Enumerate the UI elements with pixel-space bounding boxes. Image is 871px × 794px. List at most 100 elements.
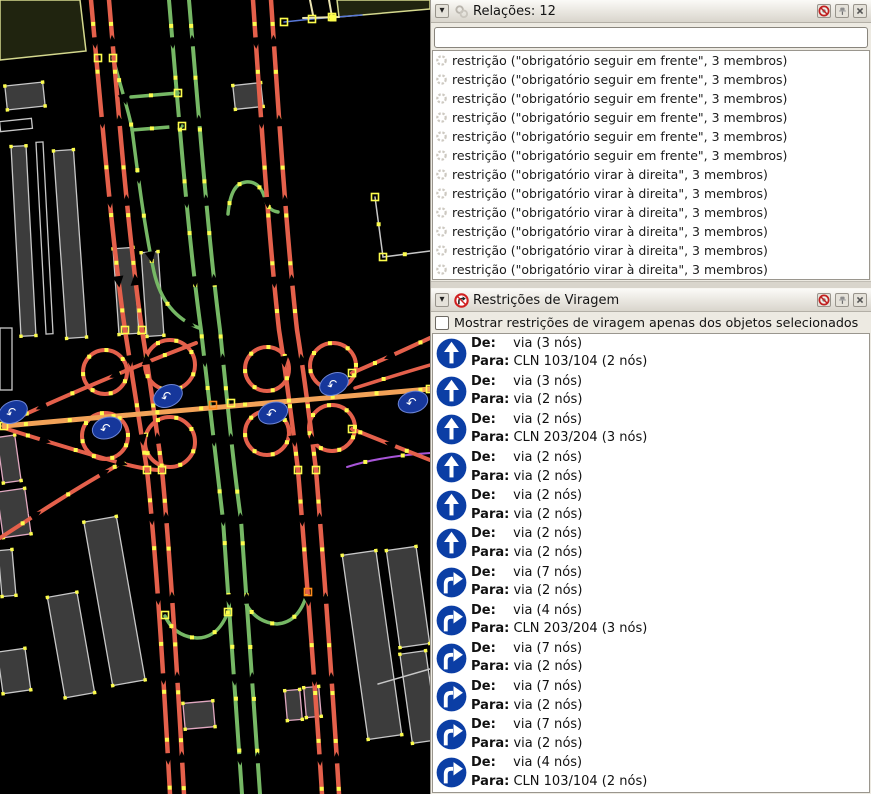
turn-restriction-text: De: via (7 nós)Para: via (2 nós) [471, 716, 582, 753]
show-selected-only-row: Mostrar restrições de viragem apenas dos… [431, 312, 871, 333]
buildings-layer [0, 80, 430, 745]
right-turn-icon [436, 681, 467, 712]
turn-restriction-item[interactable]: De: via (7 nós)Para: via (2 nós) [433, 563, 869, 601]
turn-restriction-item[interactable]: De: via (7 nós)Para: via (2 nós) [433, 716, 869, 754]
relation-item-label: restrição ("obrigatório virar à direita"… [452, 224, 768, 239]
turn-restriction-item[interactable]: De: via (2 nós)Para: via (2 nós) [433, 449, 869, 487]
turn-restriction-text: De: via (7 nós)Para: via (2 nós) [471, 640, 582, 677]
straight-ahead-icon [436, 414, 467, 445]
relation-list-item[interactable]: restrição ("obrigatório virar à direita"… [433, 203, 869, 222]
relation-list-item[interactable]: restrição ("obrigatório virar à direita"… [433, 260, 869, 279]
relation-list-item[interactable]: restrição ("obrigatório seguir em frente… [433, 89, 869, 108]
way-blue-way [284, 15, 362, 22]
turn-restriction-item[interactable]: De: via (3 nós)Para: CLN 103/104 (2 nós) [433, 334, 869, 372]
turn-restriction-text: De: via (3 nós)Para: CLN 103/104 (2 nós) [471, 335, 647, 372]
right-turn-icon [436, 605, 467, 636]
straight-ahead-icon [436, 338, 467, 369]
dock-panels: ▾ Relações: 12 [430, 0, 871, 794]
turn-restriction-text: De: via (2 nós)Para: CLN 203/204 (3 nós) [471, 411, 647, 448]
relation-item-label: restrição ("obrigatório seguir em frente… [452, 148, 787, 163]
straight-ahead-icon [436, 528, 467, 559]
straight-ahead-icon [436, 490, 467, 521]
relation-icon [435, 263, 448, 276]
relation-filter-input[interactable] [434, 27, 868, 48]
turn-panel-header: ▾ Restrições de Viragem [431, 289, 871, 312]
turn-restrictions-panel: ▾ Restrições de Viragem [431, 289, 871, 794]
relation-icon [435, 225, 448, 238]
turn-restriction-item[interactable]: De: via (2 nós)Para: CLN 203/204 (3 nós) [433, 410, 869, 448]
relation-list-icon [453, 3, 469, 19]
relations-panel-header: ▾ Relações: 12 [431, 0, 871, 23]
turn-restriction-item[interactable]: De: via (7 nós)Para: via (2 nós) [433, 639, 869, 677]
relation-list-item[interactable]: restrição ("obrigatório virar à direita"… [433, 165, 869, 184]
close-icon[interactable] [853, 293, 867, 307]
turn-restriction-text: De: via (7 nós)Para: via (2 nós) [471, 678, 582, 715]
turn-restriction-text: De: via (2 nós)Para: via (2 nós) [471, 449, 582, 486]
relation-icon [435, 111, 448, 124]
way-white-L-fence [375, 197, 430, 257]
turn-restriction-item[interactable]: De: via (2 nós)Para: via (2 nós) [433, 525, 869, 563]
hide-dialog-icon[interactable] [817, 4, 831, 18]
way-green-u-east [245, 594, 307, 624]
turn-restriction-sign-icon [453, 292, 469, 308]
relation-item-label: restrição ("obrigatório virar à direita"… [452, 262, 768, 277]
relation-list-item[interactable]: restrição ("obrigatório virar à direita"… [433, 222, 869, 241]
relation-item-label: restrição ("obrigatório seguir em frente… [452, 91, 787, 106]
turn-panel-title: Restrições de Viragem [473, 293, 619, 308]
map-view[interactable]: ↶↶↶↶↶↶ [0, 0, 430, 794]
right-turn-icon [436, 757, 467, 788]
relation-list-item[interactable]: restrição ("obrigatório virar à direita"… [433, 184, 869, 203]
turn-restriction-text: De: via (3 nós)Para: via (2 nós) [471, 373, 582, 410]
map-canvas[interactable]: ↶↶↶↶↶↶ [0, 0, 430, 794]
right-turn-icon [436, 567, 467, 598]
way-cream-stub-1 [310, 0, 313, 15]
relation-icon [435, 206, 448, 219]
relation-icon [435, 149, 448, 162]
turn-restriction-item[interactable]: De: via (2 nós)Para: via (2 nós) [433, 487, 869, 525]
relation-list-item[interactable]: restrição ("obrigatório seguir em frente… [433, 108, 869, 127]
relation-item-label: restrição ("obrigatório seguir em frente… [452, 72, 787, 87]
straight-ahead-icon [436, 376, 467, 407]
relation-item-label: restrição ("obrigatório seguir em frente… [452, 129, 787, 144]
pin-icon[interactable] [835, 293, 849, 307]
relation-icon [435, 130, 448, 143]
relation-list-item[interactable]: restrição ("obrigatório seguir em frente… [433, 127, 869, 146]
relation-filter-row [431, 23, 871, 50]
turn-restriction-item[interactable]: De: via (4 nós)Para: CLN 203/204 (3 nós) [433, 601, 869, 639]
relation-icon [435, 168, 448, 181]
collapse-icon[interactable]: ▾ [435, 293, 449, 307]
relations-list[interactable]: restrição ("obrigatório seguir em frente… [432, 50, 870, 281]
relation-item-label: restrição ("obrigatório virar à direita"… [452, 243, 768, 258]
relation-list-item[interactable]: restrição ("obrigatório seguir em frente… [433, 70, 869, 89]
relation-list-item[interactable]: restrição ("obrigatório seguir em frente… [433, 51, 869, 70]
show-selected-only-checkbox[interactable] [435, 316, 449, 330]
relations-panel-title: Relações: 12 [473, 4, 556, 19]
relation-item-label: restrição ("obrigatório seguir em frente… [452, 110, 787, 125]
relation-item-label: restrição ("obrigatório seguir em frente… [452, 53, 787, 68]
turn-restriction-text: De: via (4 nós)Para: CLN 203/204 (3 nós) [471, 602, 647, 639]
relation-list-item[interactable]: restrição ("obrigatório virar à direita"… [433, 241, 869, 260]
turn-restriction-text: De: via (7 nós)Para: via (2 nós) [471, 564, 582, 601]
relation-list-item[interactable]: restrição ("obrigatório seguir em frente… [433, 146, 869, 165]
turn-restriction-text: De: via (2 nós)Para: via (2 nós) [471, 487, 582, 524]
relation-item-label: restrição ("obrigatório virar à direita"… [452, 186, 768, 201]
right-turn-icon [436, 719, 467, 750]
turn-restriction-item[interactable]: De: via (7 nós)Para: via (2 nós) [433, 678, 869, 716]
turn-restriction-text: De: via (4 nós)Para: CLN 103/104 (2 nós) [471, 754, 647, 791]
panel-splitter[interactable] [431, 281, 871, 289]
landuse-layer [0, 0, 430, 60]
turn-restrictions-list[interactable]: De: via (3 nós)Para: CLN 103/104 (2 nós)… [432, 333, 870, 793]
collapse-icon[interactable]: ▾ [435, 4, 449, 18]
relations-panel: ▾ Relações: 12 [431, 0, 871, 281]
turn-restriction-item[interactable]: De: via (4 nós)Para: CLN 103/104 (2 nós) [433, 754, 869, 792]
relation-icon [435, 73, 448, 86]
turn-restriction-text: De: via (2 nós)Para: via (2 nós) [471, 525, 582, 562]
turn-restriction-item[interactable]: De: via (3 nós)Para: via (2 nós) [433, 372, 869, 410]
way-green-connector-upper [131, 93, 178, 97]
close-icon[interactable] [853, 4, 867, 18]
relation-icon [435, 92, 448, 105]
hide-dialog-icon[interactable] [817, 293, 831, 307]
straight-ahead-icon [436, 452, 467, 483]
relation-icon [435, 54, 448, 67]
pin-icon[interactable] [835, 4, 849, 18]
